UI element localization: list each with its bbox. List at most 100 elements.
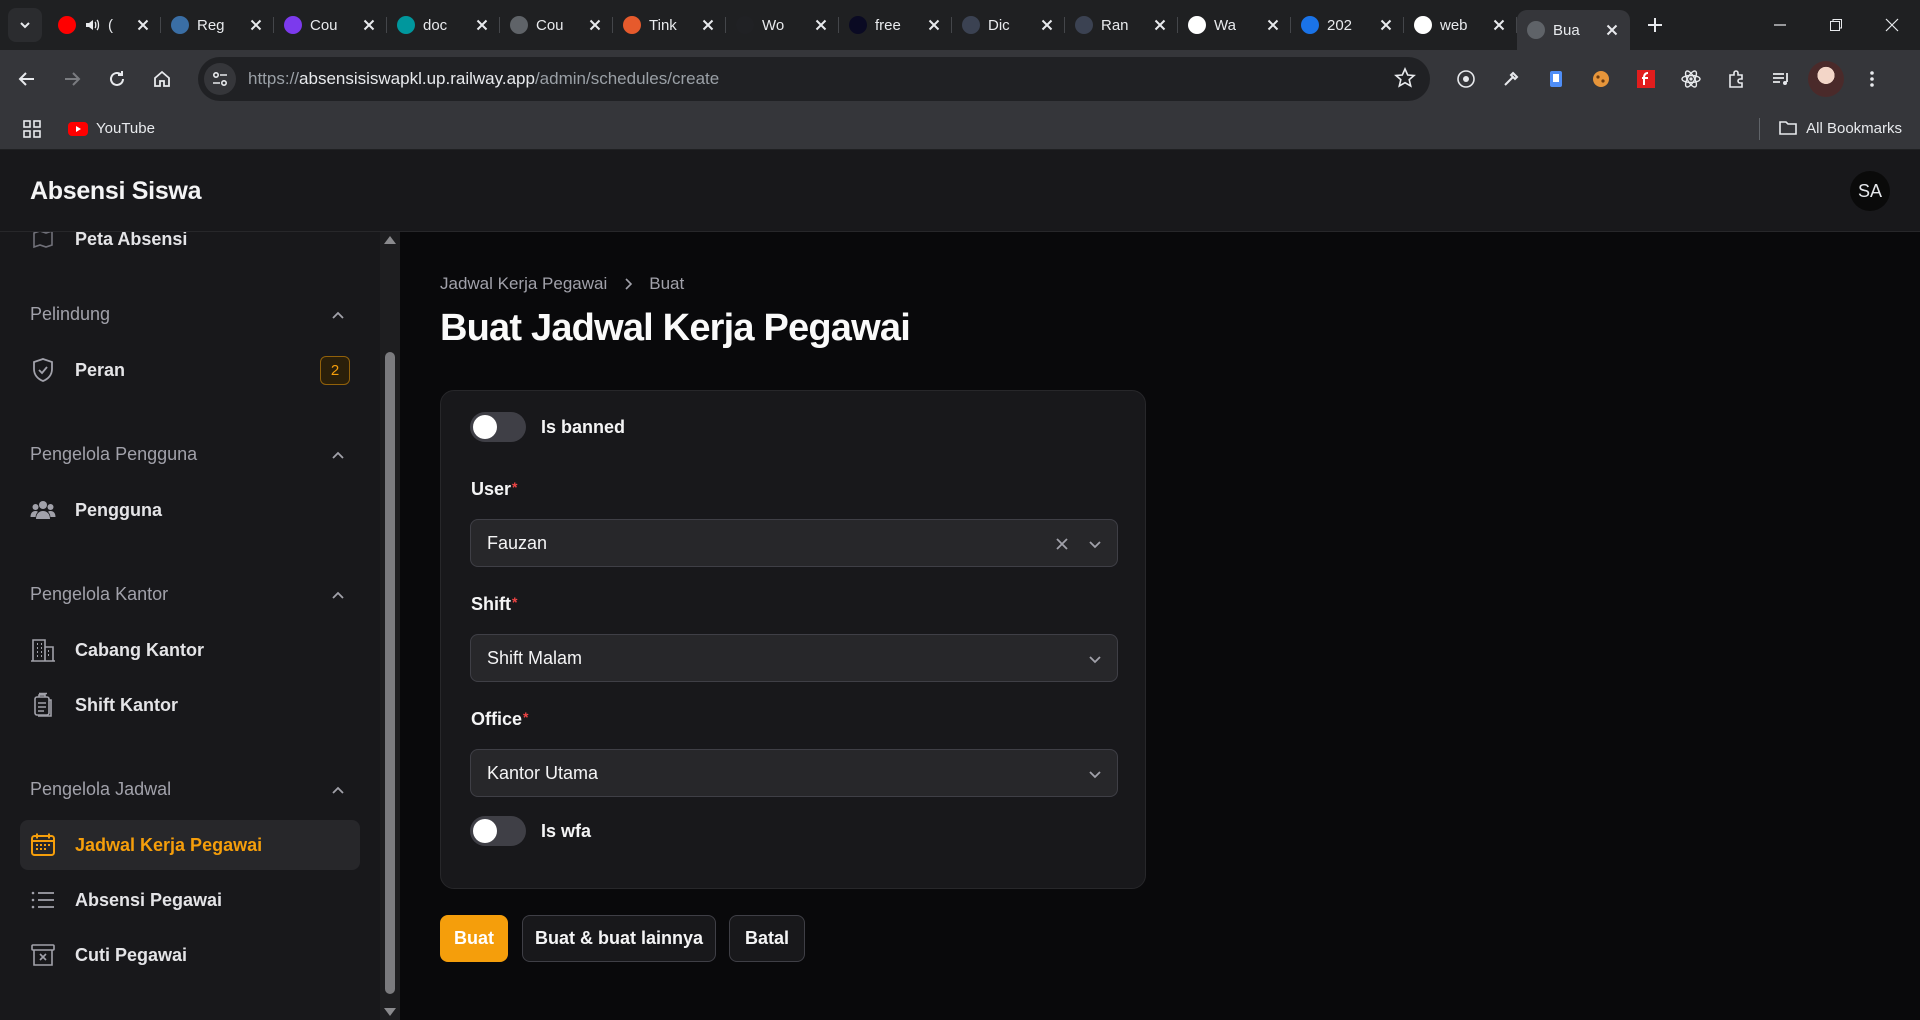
bookmark-star-button[interactable] (1394, 67, 1416, 94)
sidebar-item-shift-kantor[interactable]: Shift Kantor (20, 680, 360, 730)
browser-tab[interactable]: free (839, 7, 952, 43)
extension-button[interactable] (1583, 62, 1618, 97)
browser-tab[interactable]: Cou (274, 7, 387, 43)
sidebar-item-jadwal-kerja-pegawai[interactable]: Jadwal Kerja Pegawai (20, 820, 360, 870)
browser-tab[interactable]: Wa (1178, 7, 1291, 43)
cancel-button[interactable]: Batal (729, 915, 805, 962)
close-icon[interactable] (813, 17, 829, 33)
browser-tab[interactable]: Wo (726, 7, 839, 43)
browser-menu-button[interactable] (1854, 62, 1889, 97)
is-banned-toggle[interactable] (470, 412, 526, 442)
forward-button[interactable] (54, 61, 90, 97)
new-tab-button[interactable] (1638, 8, 1672, 42)
scrollbar-thumb[interactable] (385, 352, 395, 994)
close-icon[interactable] (1265, 17, 1281, 33)
u-favicon (284, 16, 302, 34)
scroll-up-arrow[interactable] (384, 236, 396, 244)
flash-icon (1636, 70, 1655, 88)
user-select[interactable]: Fauzan (470, 519, 1118, 567)
sidebar-group-pengelola-jadwal[interactable]: Pengelola Jadwal (30, 779, 171, 800)
browser-tab[interactable]: Cou (500, 7, 613, 43)
chevron-up-icon[interactable] (330, 448, 346, 464)
browser-tab[interactable]: Ran (1065, 7, 1178, 43)
browser-tab[interactable]: Bua (1517, 10, 1630, 50)
toggle-knob (473, 819, 497, 843)
sidebar-scrollbar[interactable] (380, 232, 400, 1020)
url-host: absensisiswapkl.up.railway.app (299, 69, 535, 88)
sidebar-item-pengguna[interactable]: Pengguna (20, 485, 360, 535)
sidebar-item-peta-absensi[interactable]: Peta Absensi (20, 232, 360, 264)
app-brand[interactable]: Absensi Siswa (30, 177, 201, 206)
list-icon (30, 887, 56, 913)
browser-tab[interactable]: Dic (952, 7, 1065, 43)
close-icon[interactable] (361, 17, 377, 33)
chevron-up-icon[interactable] (330, 783, 346, 799)
minimize-button[interactable] (1752, 0, 1808, 50)
sidebar-item-absensi-pegawai[interactable]: Absensi Pegawai (20, 875, 360, 925)
sidebar: Peta Absensi Pelindung Peran 2 Pengelola… (0, 232, 380, 1020)
extension-button[interactable] (1628, 62, 1663, 97)
close-icon[interactable] (926, 17, 942, 33)
page-title: Buat Jadwal Kerja Pegawai (440, 307, 911, 349)
sidebar-group-pelindung[interactable]: Pelindung (30, 304, 110, 325)
scroll-down-arrow[interactable] (384, 1008, 396, 1016)
sidebar-group-pengelola-pengguna[interactable]: Pengelola Pengguna (30, 444, 197, 465)
breadcrumb-link[interactable]: Jadwal Kerja Pegawai (440, 274, 607, 294)
close-icon[interactable] (1491, 17, 1507, 33)
site-info-button[interactable] (204, 63, 236, 95)
close-icon[interactable] (1604, 22, 1620, 38)
close-icon[interactable] (135, 17, 151, 33)
apps-grid-icon[interactable] (22, 119, 42, 139)
back-button[interactable] (9, 61, 45, 97)
chevron-up-icon[interactable] (330, 308, 346, 324)
extension-button[interactable] (1673, 62, 1708, 97)
browser-tab[interactable]: ( (48, 7, 161, 43)
close-icon[interactable] (474, 17, 490, 33)
sidebar-item-cuti-pegawai[interactable]: Cuti Pegawai (20, 930, 360, 980)
browser-tab[interactable]: Reg (161, 7, 274, 43)
close-icon[interactable] (1378, 17, 1394, 33)
browser-tab[interactable]: web (1404, 7, 1517, 43)
shift-select[interactable]: Shift Malam (470, 634, 1118, 682)
youtube-icon (68, 121, 88, 136)
is-wfa-field: Is wfa (470, 816, 591, 846)
media-controls-button[interactable] (1763, 62, 1798, 97)
extension-button[interactable] (1448, 62, 1483, 97)
browser-tab[interactable]: 202 (1291, 7, 1404, 43)
close-icon[interactable] (1152, 17, 1168, 33)
sidebar-item-peran[interactable]: Peran 2 (20, 345, 360, 395)
url-scheme: https:// (248, 69, 300, 88)
close-icon[interactable] (248, 17, 264, 33)
youtube-favicon (58, 16, 76, 34)
is-wfa-toggle[interactable] (470, 816, 526, 846)
close-icon[interactable] (587, 17, 603, 33)
create-another-button[interactable]: Buat & buat lainnya (522, 915, 716, 962)
sidebar-item-label: Jadwal Kerja Pegawai (75, 834, 263, 855)
restore-button[interactable] (1808, 0, 1864, 50)
browser-tab[interactable]: doc (387, 7, 500, 43)
speaker-icon[interactable] (84, 17, 100, 33)
sidebar-group-pengelola-kantor[interactable]: Pengelola Kantor (30, 584, 168, 605)
close-icon[interactable] (700, 17, 716, 33)
chevron-up-icon[interactable] (330, 588, 346, 604)
sidebar-item-cabang-kantor[interactable]: Cabang Kantor (20, 625, 360, 675)
clear-icon[interactable] (1053, 535, 1071, 553)
reload-button[interactable] (99, 61, 135, 97)
extension-button[interactable] (1493, 62, 1528, 97)
chevron-down-icon (20, 22, 30, 29)
create-button[interactable]: Buat (440, 915, 508, 962)
browser-tab[interactable]: Tink (613, 7, 726, 43)
map-icon (30, 232, 56, 252)
bookmark-youtube[interactable]: YouTube (68, 120, 155, 137)
close-icon[interactable] (1039, 17, 1055, 33)
home-button[interactable] (144, 61, 180, 97)
office-select[interactable]: Kantor Utama (470, 749, 1118, 797)
extension-button[interactable] (1538, 62, 1573, 97)
extensions-menu-button[interactable] (1718, 62, 1753, 97)
tab-search-button[interactable] (8, 8, 42, 42)
profile-avatar[interactable] (1808, 61, 1844, 97)
close-window-button[interactable] (1864, 0, 1920, 50)
user-avatar[interactable]: SA (1850, 171, 1890, 211)
address-bar[interactable]: https://absensisiswapkl.up.railway.app/a… (198, 57, 1430, 101)
all-bookmarks-button[interactable]: All Bookmarks (1778, 119, 1902, 137)
